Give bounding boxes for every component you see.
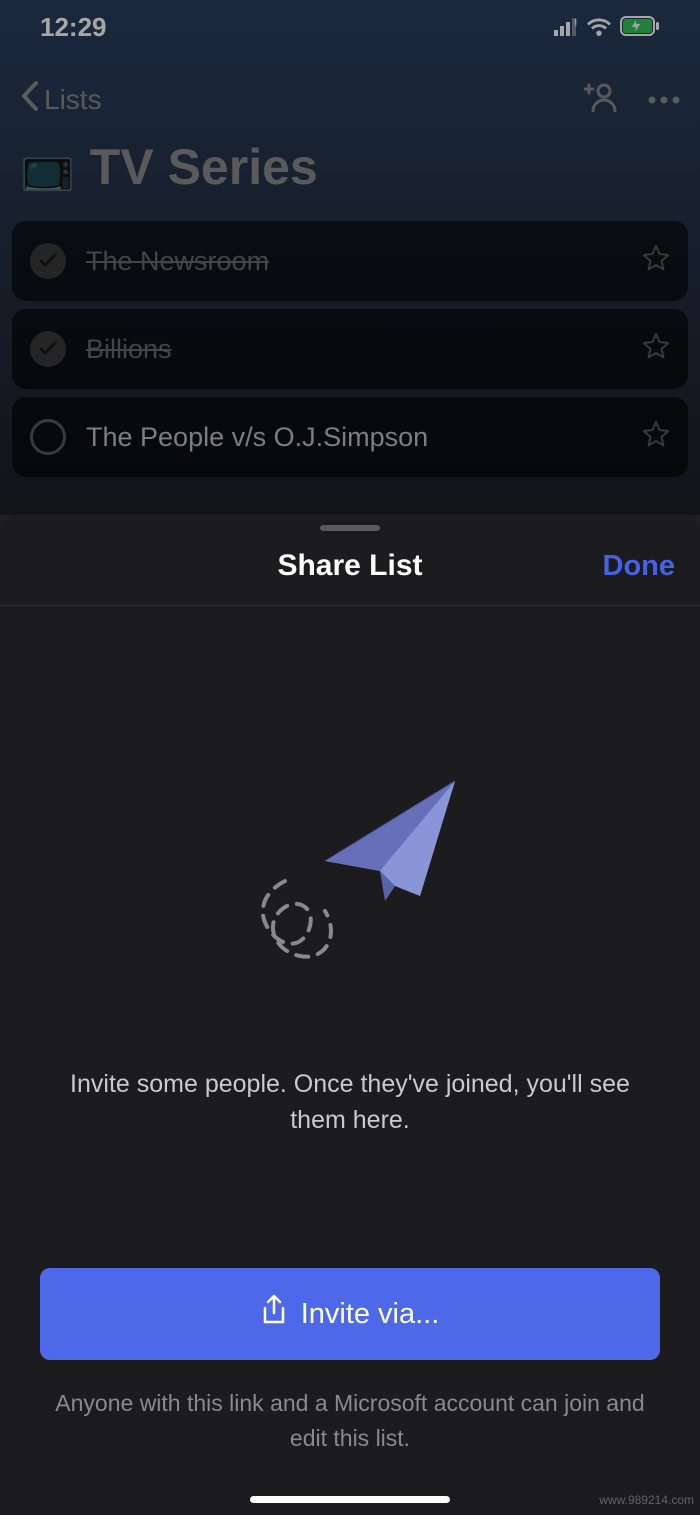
svg-text:!: ! — [574, 18, 577, 29]
list-title-row: 📺 TV Series — [0, 128, 700, 221]
task-row[interactable]: The People v/s O.J.Simpson — [12, 397, 688, 477]
task-list: The Newsroom Billions The People v/s O.J… — [0, 221, 700, 477]
status-time: 12:29 — [40, 12, 107, 43]
task-row[interactable]: The Newsroom — [12, 221, 688, 301]
invite-description: Invite some people. Once they've joined,… — [40, 1066, 660, 1139]
done-button[interactable]: Done — [603, 550, 676, 583]
status-right: ! — [554, 12, 660, 43]
cellular-icon: ! — [554, 12, 578, 43]
paper-plane-icon — [210, 736, 490, 1016]
list-title: TV Series — [90, 138, 318, 196]
checkbox-unchecked[interactable] — [30, 419, 66, 455]
star-icon[interactable] — [642, 420, 670, 455]
list-emoji: 📺 — [20, 141, 75, 193]
share-icon — [261, 1294, 287, 1334]
nav-actions — [584, 82, 680, 117]
sheet-footer: Invite via... Anyone with this link and … — [0, 1268, 700, 1515]
task-text: Billions — [86, 334, 622, 365]
battery-icon — [620, 12, 660, 43]
nav-bar: Lists — [0, 51, 700, 128]
status-bar: 12:29 ! — [0, 0, 700, 51]
checkbox-checked[interactable] — [30, 243, 66, 279]
star-icon[interactable] — [642, 244, 670, 279]
task-row[interactable]: Billions — [12, 309, 688, 389]
more-icon[interactable] — [648, 91, 680, 109]
task-text: The People v/s O.J.Simpson — [86, 422, 622, 453]
sheet-header: Share List Done — [0, 531, 700, 606]
wifi-icon — [586, 12, 612, 43]
add-person-icon[interactable] — [584, 82, 618, 117]
task-text: The Newsroom — [86, 246, 622, 277]
share-sheet: Share List Done Invite some people. Once… — [0, 515, 700, 1515]
star-icon[interactable] — [642, 332, 670, 367]
back-button[interactable]: Lists — [20, 81, 102, 118]
invite-via-button[interactable]: Invite via... — [40, 1268, 660, 1360]
sheet-title: Share List — [277, 549, 422, 583]
footer-description: Anyone with this link and a Microsoft ac… — [40, 1386, 660, 1455]
home-indicator[interactable] — [250, 1496, 450, 1503]
checkbox-checked[interactable] — [30, 331, 66, 367]
chevron-left-icon — [20, 81, 38, 118]
watermark: www.989214.com — [599, 1493, 694, 1507]
back-label: Lists — [44, 84, 102, 116]
invite-button-label: Invite via... — [301, 1298, 440, 1331]
sheet-body: Invite some people. Once they've joined,… — [0, 606, 700, 1268]
